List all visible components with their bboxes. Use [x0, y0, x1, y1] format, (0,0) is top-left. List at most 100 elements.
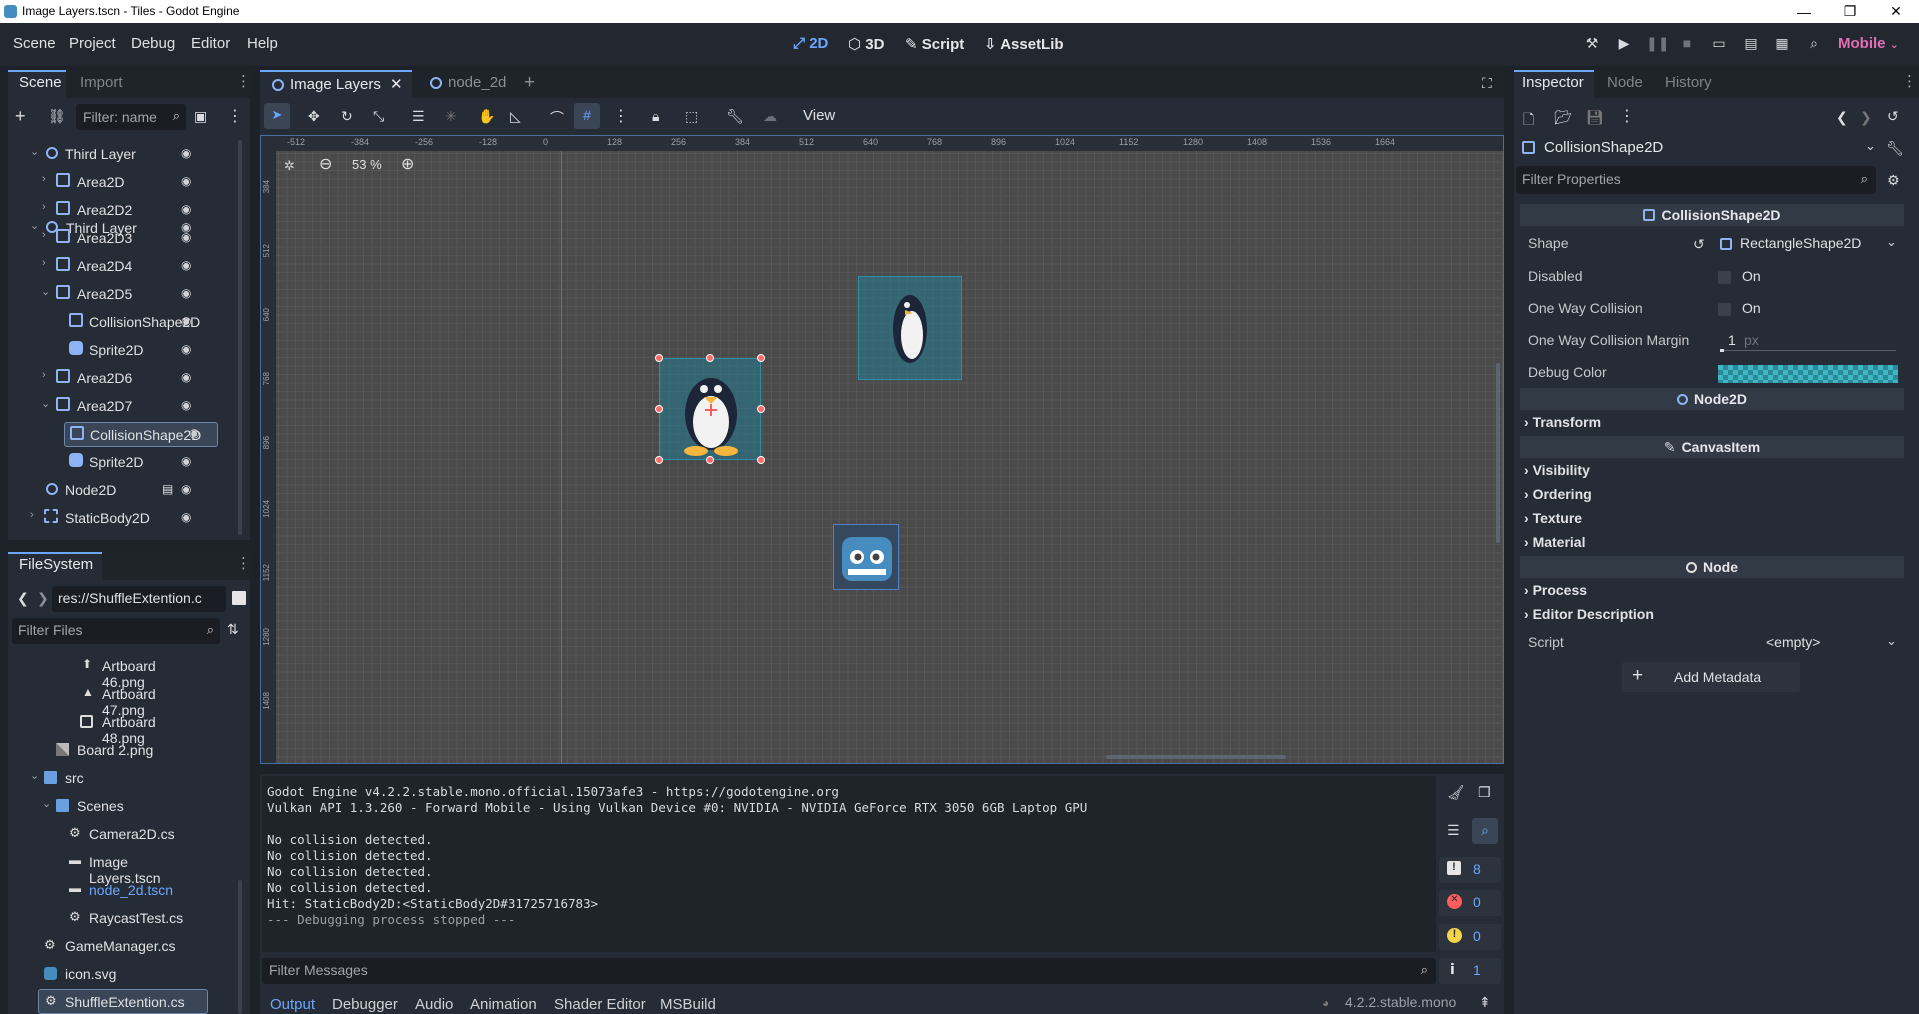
play-custom-scene-icon[interactable]: ▦ [1773, 35, 1791, 53]
tree-item-staticbody2d[interactable]: › StaticBody2D ◉ [8, 506, 198, 530]
visibility-icon[interactable]: ◉ [181, 342, 191, 356]
folder-item-src[interactable]: ⌄ src [8, 766, 198, 789]
viewport-v-scrollbar[interactable] [1496, 363, 1500, 543]
camera-override-icon[interactable]: ☁ [763, 108, 777, 125]
tab-shader-editor[interactable]: Shader Editor [554, 996, 646, 1013]
workspace-3d-button[interactable]: ⬡ 3D [848, 35, 884, 53]
group-editor-description[interactable]: › Editor Description [1524, 606, 1654, 622]
visibility-icon[interactable]: ◉ [181, 314, 191, 328]
zoom-level[interactable]: 53 % [352, 157, 382, 172]
2d-viewport[interactable]: -512 -384 -256 -128 0 128 256 384 512 640 768 896 10… [260, 135, 1504, 764]
file-item[interactable]: Artboard 48.png [8, 710, 198, 746]
renderer-select[interactable]: Mobile ⌄ [1838, 35, 1899, 52]
maximize-button[interactable]: ❐ [1827, 0, 1873, 23]
scene-options-icon[interactable]: ⋮ [227, 106, 243, 126]
view-menu[interactable]: View [803, 107, 835, 124]
tree-item-area2d4[interactable]: › Area2D4 ◉ [8, 254, 198, 278]
tab-debugger[interactable]: Debugger [332, 996, 398, 1013]
pause-icon[interactable]: ❚❚ [1646, 35, 1669, 53]
file-item[interactable]: Board 2.png [8, 738, 198, 761]
tree-item-sprite2d-2[interactable]: Sprite2D ◉ [8, 450, 198, 474]
visibility-icon[interactable]: ◉ [181, 370, 191, 384]
tree-item-area2d[interactable]: › Area2D ◉ [8, 170, 198, 194]
close-tab-icon[interactable]: ✕ [390, 75, 403, 93]
center-view-icon[interactable]: ✲ [284, 158, 295, 174]
scale-tool-icon[interactable]: ⤡ [373, 108, 384, 125]
scene-tab-image-layers[interactable]: Image Layers ✕ [260, 70, 412, 98]
file-item[interactable]: icon.svg [8, 962, 198, 985]
group-ordering[interactable]: › Ordering [1524, 486, 1592, 502]
group-transform[interactable]: › Transform [1524, 414, 1601, 430]
add-node-icon[interactable]: + [15, 106, 26, 127]
object-history-icon[interactable]: ↺ [1887, 108, 1899, 125]
inspector-options-icon[interactable]: ⋮ [1619, 106, 1635, 126]
open-resource-icon[interactable]: 📂︎ [1554, 109, 1572, 126]
file-filter-input[interactable]: Filter Files [18, 622, 83, 638]
file-item[interactable]: ▬ node_2d.tscn [8, 878, 198, 901]
dock-menu-icon[interactable]: ⋮ [1902, 72, 1917, 90]
section-canvasitem[interactable]: ✎ CanvasItem [1520, 436, 1904, 458]
section-node[interactable]: Node [1520, 556, 1904, 578]
workspace-assetlib-button[interactable]: ⇩ AssetLib [984, 35, 1064, 53]
smart-snap-icon[interactable]: ⌒ [550, 108, 564, 128]
zoom-in-icon[interactable]: ⊕ [401, 154, 414, 174]
filter-messages-input[interactable]: Filter Messages [269, 962, 368, 978]
sort-icon[interactable]: ⇅ [227, 621, 239, 638]
play-scene-icon[interactable]: ▤ [1742, 35, 1760, 53]
scene-tab-node-2d[interactable]: node_2d [424, 70, 524, 98]
filter-properties-input[interactable]: Filter Properties [1522, 171, 1621, 187]
filter-warnings-button[interactable]: ! 0 [1439, 924, 1501, 950]
skeleton-icon[interactable]: 🔧︎ [726, 108, 744, 125]
menu-editor[interactable]: Editor [191, 35, 230, 52]
back-icon[interactable]: ❮ [17, 590, 29, 607]
history-back-icon[interactable]: ❮ [1836, 109, 1848, 126]
viewport-h-scrollbar[interactable] [1106, 755, 1286, 759]
expand-panel-icon[interactable]: ⇞ [1479, 994, 1491, 1011]
pivot-tool-icon[interactable]: ✳ [445, 108, 457, 125]
path-input[interactable]: res://ShuffleExtention.c [58, 590, 202, 606]
one-way-collision-checkbox[interactable] [1718, 303, 1731, 316]
collapse-icon[interactable]: ☰ [1447, 822, 1460, 839]
folder-item-scenes[interactable]: ⌄ Scenes [8, 794, 198, 817]
tab-import[interactable]: Import [80, 74, 123, 91]
file-item[interactable]: ⬆ Artboard 46.png [8, 654, 198, 690]
handle-bottom-right[interactable] [757, 456, 765, 464]
remote-debug-icon[interactable]: ▭ [1710, 35, 1728, 53]
filter-messages-field[interactable]: Filter Messages ⌕ [262, 958, 1436, 984]
close-button[interactable]: ✕ [1873, 0, 1919, 23]
visibility-icon[interactable]: ◉ [181, 202, 191, 216]
object-params-icon[interactable]: 🔧︎ [1886, 140, 1904, 157]
scene-filter-field[interactable]: Filter: name ⌕ [76, 104, 186, 130]
handle-left[interactable] [655, 405, 663, 413]
visibility-icon[interactable]: ◉ [181, 398, 191, 412]
menu-help[interactable]: Help [247, 35, 278, 52]
file-item[interactable]: ▲ Artboard 47.png [8, 682, 198, 718]
script-attached-icon[interactable]: ▤ [162, 482, 173, 496]
visibility-icon[interactable]: ◉ [181, 510, 191, 524]
tree-item-third-layer[interactable]: ⌄ Third Layer ◉ [8, 142, 198, 166]
one-way-margin-slider[interactable]: 1 px [1718, 328, 1898, 354]
tree-item-area2d7[interactable]: ⌄ Area2D7 ◉ [8, 394, 198, 418]
move-tool-icon[interactable]: ✥ [308, 108, 320, 125]
search-toggle-icon[interactable]: ⌕ [1472, 818, 1498, 844]
tree-item-sprite2d[interactable]: Sprite2D ◉ [8, 338, 198, 362]
lock-icon[interactable]: 🔒︎ [652, 108, 659, 125]
tab-inspector[interactable]: Inspector [1522, 74, 1584, 91]
copy-output-icon[interactable]: ❐ [1478, 784, 1491, 801]
tree-item-area2d6[interactable]: › Area2D6 ◉ [8, 366, 198, 390]
handle-top-left[interactable] [655, 354, 663, 362]
clear-output-icon[interactable]: 🧹︎ [1447, 784, 1465, 801]
tab-animation[interactable]: Animation [470, 996, 537, 1013]
workspace-script-button[interactable]: ✎ Script [905, 35, 964, 53]
tab-output[interactable]: Output [270, 996, 315, 1013]
shape-resource-picker[interactable]: RectangleShape2D ⌄ [1716, 232, 1902, 256]
section-node2d[interactable]: Node2D [1520, 388, 1904, 410]
menu-scene[interactable]: Scene [13, 35, 56, 52]
group-texture[interactable]: › Texture [1524, 510, 1582, 526]
property-options-icon[interactable]: ⚙ [1887, 172, 1900, 189]
handle-bottom[interactable] [706, 456, 714, 464]
sprite-penguin-selected[interactable] [659, 358, 761, 460]
distraction-free-icon[interactable]: ⛶ [1482, 75, 1492, 92]
filter-properties-field[interactable]: Filter Properties ⌕ [1516, 166, 1876, 194]
file-item[interactable]: ⚙ GameManager.cs [8, 934, 198, 957]
